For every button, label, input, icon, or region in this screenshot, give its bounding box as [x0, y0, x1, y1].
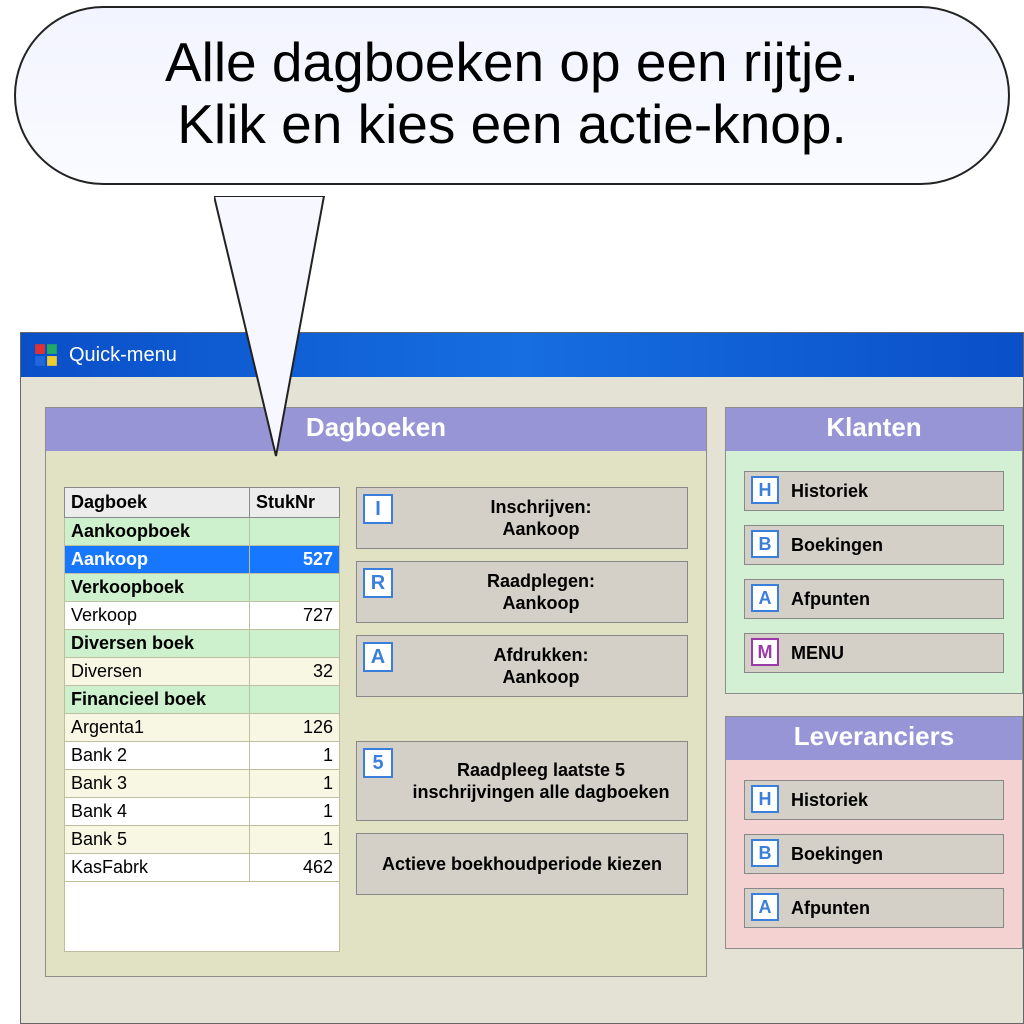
action-label: Afdrukken: Aankoop — [401, 644, 681, 689]
laatste5-button[interactable]: 5 Raadpleeg laatste 5 inschrijvingen all… — [356, 741, 688, 821]
table-row[interactable]: Diversen32 — [65, 658, 340, 686]
callout-line1: Alle dagboeken op een rijtje. — [56, 32, 968, 94]
table-row[interactable]: KasFabrk462 — [65, 854, 340, 882]
klanten-afpunten-button[interactable]: A Afpunten — [744, 579, 1004, 619]
klanten-menu-button[interactable]: M MENU — [744, 633, 1004, 673]
klanten-historiek-button[interactable]: H Historiek — [744, 471, 1004, 511]
afdrukken-button[interactable]: A Afdrukken: Aankoop — [356, 635, 688, 697]
table-row[interactable]: Aankoop527 — [65, 546, 340, 574]
table-row[interactable]: Bank 31 — [65, 770, 340, 798]
lev-boekingen-button[interactable]: B Boekingen — [744, 834, 1004, 874]
btn-label: Afpunten — [791, 589, 870, 610]
key-chip: A — [363, 642, 393, 672]
table-empty-space — [64, 882, 340, 952]
leveranciers-panel: Leveranciers H Historiek B Boekingen A A… — [725, 716, 1023, 949]
dagboeken-table-wrap: Dagboek StukNr Aankoopboek Aankoop527 Ve… — [64, 487, 340, 952]
inschrijven-button[interactable]: I Inschrijven: Aankoop — [356, 487, 688, 549]
dagboeken-actions: I Inschrijven: Aankoop R Raadplegen: Aan… — [356, 487, 688, 952]
dagboeken-table[interactable]: Dagboek StukNr Aankoopboek Aankoop527 Ve… — [64, 487, 340, 882]
key-chip: I — [363, 494, 393, 524]
col-dagboek[interactable]: Dagboek — [65, 488, 250, 518]
table-row[interactable]: Aankoopboek — [65, 518, 340, 546]
raadplegen-button[interactable]: R Raadplegen: Aankoop — [356, 561, 688, 623]
table-row[interactable]: Argenta1126 — [65, 714, 340, 742]
table-row[interactable]: Verkoop727 — [65, 602, 340, 630]
btn-label: Boekingen — [791, 844, 883, 865]
key-chip: M — [751, 638, 779, 666]
action-label: Raadplegen: Aankoop — [401, 570, 681, 615]
callout-bubble: Alle dagboeken op een rijtje. Klik en ki… — [14, 6, 1010, 185]
quick-menu-window: Quick-menu Dagboeken Dagboek StukNr Aank… — [20, 332, 1024, 1024]
key-chip: A — [751, 584, 779, 612]
table-row[interactable]: Financieel boek — [65, 686, 340, 714]
btn-label: MENU — [791, 643, 844, 664]
table-row[interactable]: Diversen boek — [65, 630, 340, 658]
action-label: Inschrijven: Aankoop — [401, 496, 681, 541]
lev-historiek-button[interactable]: H Historiek — [744, 780, 1004, 820]
key-chip: B — [751, 839, 779, 867]
action-label: Raadpleeg laatste 5 inschrijvingen alle … — [401, 759, 681, 804]
key-chip: H — [751, 785, 779, 813]
table-row[interactable]: Bank 51 — [65, 826, 340, 854]
key-chip: B — [751, 530, 779, 558]
callout-tail-icon — [214, 196, 354, 476]
workspace: Dagboeken Dagboek StukNr Aankoopboek Aan… — [21, 377, 1023, 977]
klanten-boekingen-button[interactable]: B Boekingen — [744, 525, 1004, 565]
col-stuknr[interactable]: StukNr — [250, 488, 340, 518]
leveranciers-header: Leveranciers — [726, 717, 1022, 760]
key-chip: H — [751, 476, 779, 504]
dagboeken-body: Dagboek StukNr Aankoopboek Aankoop527 Ve… — [46, 451, 706, 976]
app-icon — [33, 342, 59, 368]
btn-label: Historiek — [791, 481, 868, 502]
action-label: Actieve boekhoudperiode kiezen — [363, 853, 681, 876]
key-chip: 5 — [363, 748, 393, 778]
key-chip: R — [363, 568, 393, 598]
table-row[interactable]: Bank 21 — [65, 742, 340, 770]
callout-line2: Klik en kies een actie-knop. — [56, 94, 968, 156]
klanten-body: H Historiek B Boekingen A Afpunten M MEN… — [726, 451, 1022, 693]
instruction-callout: Alle dagboeken op een rijtje. Klik en ki… — [14, 6, 1010, 185]
lev-afpunten-button[interactable]: A Afpunten — [744, 888, 1004, 928]
klanten-header: Klanten — [726, 408, 1022, 451]
btn-label: Historiek — [791, 790, 868, 811]
window-title: Quick-menu — [69, 344, 177, 367]
dagboeken-header: Dagboeken — [46, 408, 706, 451]
dagboeken-panel: Dagboeken Dagboek StukNr Aankoopboek Aan… — [45, 407, 707, 977]
btn-label: Boekingen — [791, 535, 883, 556]
right-column: Klanten H Historiek B Boekingen A Afpunt… — [725, 407, 1023, 977]
spacer — [356, 709, 688, 729]
title-bar: Quick-menu — [21, 333, 1023, 377]
table-row[interactable]: Bank 41 — [65, 798, 340, 826]
btn-label: Afpunten — [791, 898, 870, 919]
klanten-panel: Klanten H Historiek B Boekingen A Afpunt… — [725, 407, 1023, 694]
key-chip: A — [751, 893, 779, 921]
leveranciers-body: H Historiek B Boekingen A Afpunten — [726, 760, 1022, 948]
periode-button[interactable]: Actieve boekhoudperiode kiezen — [356, 833, 688, 895]
table-row[interactable]: Verkoopboek — [65, 574, 340, 602]
